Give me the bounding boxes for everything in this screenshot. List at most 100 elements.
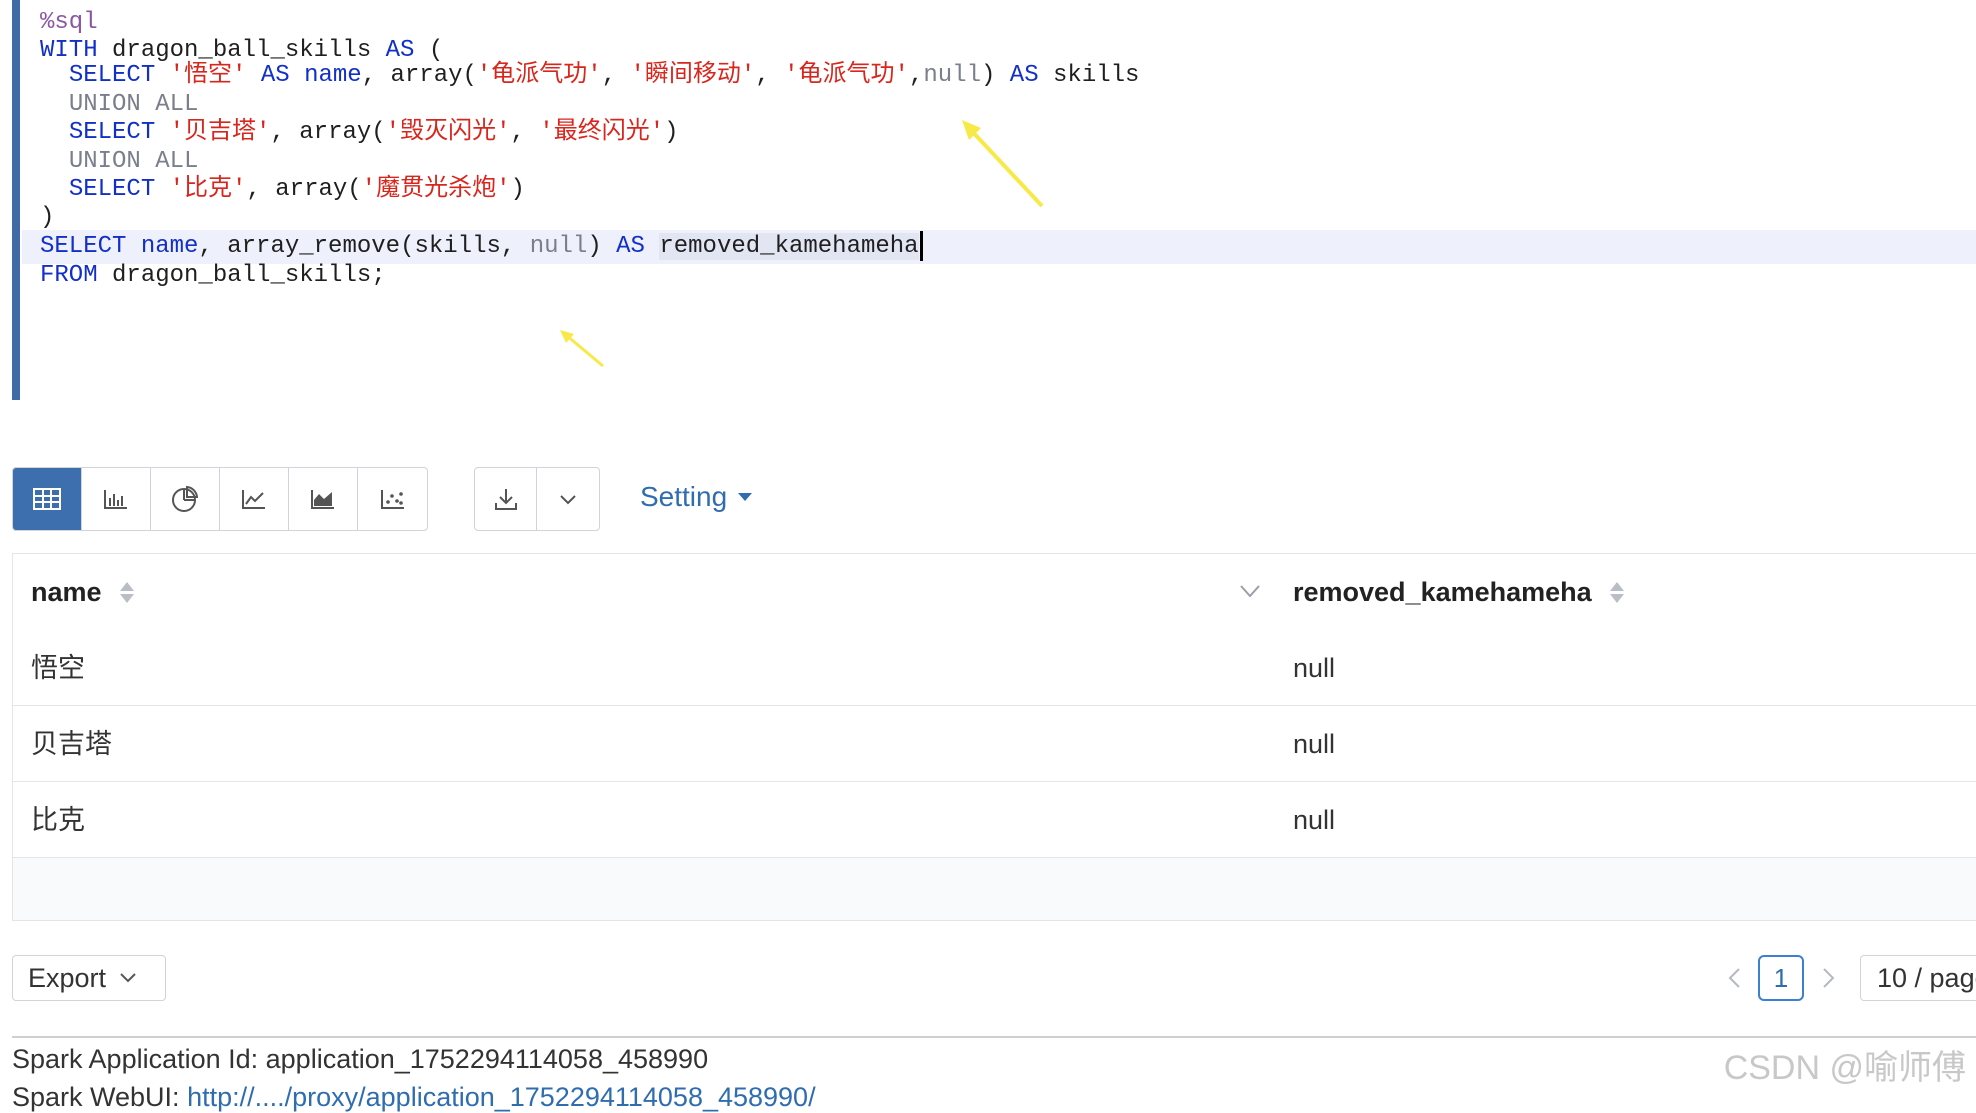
next-page-icon[interactable] bbox=[1822, 967, 1836, 989]
setting-dropdown[interactable]: Setting bbox=[640, 481, 753, 513]
code-token: , array( bbox=[246, 176, 362, 203]
code-token: '瞬间移动' bbox=[630, 62, 756, 89]
bar-chart-button[interactable] bbox=[82, 468, 151, 530]
table-header: name removed_kamehameha bbox=[13, 554, 1976, 631]
code-token: skills bbox=[1038, 62, 1140, 89]
code-token: ) bbox=[664, 119, 679, 146]
code-line[interactable]: SELECT '比克', array('魔贯光杀炮') bbox=[40, 173, 525, 207]
spark-webui-link[interactable]: http://..../proxy/application_1752294114… bbox=[187, 1082, 816, 1112]
cell-removed-kamehameha: null bbox=[1293, 729, 1336, 759]
chevron-down-icon bbox=[120, 973, 136, 983]
result-table: name removed_kamehameha 悟空 null 贝吉塔 null… bbox=[12, 553, 1976, 921]
code-token: null bbox=[529, 233, 588, 260]
code-token: , bbox=[510, 119, 540, 146]
code-token: SELECT bbox=[68, 62, 156, 89]
code-token: '最终闪光' bbox=[539, 119, 665, 146]
download-button[interactable] bbox=[475, 468, 537, 530]
area-chart-icon bbox=[311, 490, 334, 509]
page-number-button[interactable]: 1 bbox=[1758, 955, 1804, 1001]
caret-down-icon bbox=[738, 493, 753, 501]
code-editor[interactable]: %sql WITH dragon_ball_skills AS ( SELECT … bbox=[12, 0, 1976, 400]
column-header-label: removed_kamehameha bbox=[1293, 577, 1592, 607]
column-header-removed-kamehameha[interactable]: removed_kamehameha bbox=[1293, 554, 1624, 630]
prev-page-icon[interactable] bbox=[1727, 967, 1741, 989]
column-header-name[interactable]: name bbox=[31, 554, 134, 630]
code-line[interactable]: FROM dragon_ball_skills; bbox=[40, 259, 386, 293]
visualization-buttons bbox=[12, 467, 428, 531]
code-token: %sql bbox=[40, 9, 98, 36]
scatter-chart-button[interactable] bbox=[358, 468, 427, 530]
table-row: 悟空 null bbox=[13, 630, 1976, 706]
code-token: '比克' bbox=[169, 176, 247, 203]
code-token: , array_remove(skills, bbox=[198, 233, 530, 260]
code-token: name bbox=[304, 62, 362, 89]
export-label: Export bbox=[28, 962, 107, 993]
column-menu-chevron-icon[interactable] bbox=[1239, 584, 1261, 598]
code-token: removed_kamehameha bbox=[659, 233, 919, 260]
table-row: 比克 null bbox=[13, 782, 1976, 858]
table-view-button[interactable] bbox=[13, 468, 82, 530]
page-size-select[interactable]: 10 / page bbox=[1860, 955, 1976, 1001]
table-icon bbox=[33, 488, 61, 510]
sort-icon[interactable] bbox=[1609, 581, 1624, 603]
download-menu-button[interactable] bbox=[537, 468, 599, 530]
code-token: ) bbox=[510, 176, 525, 203]
code-token: ) bbox=[587, 233, 617, 260]
cell-name: 比克 bbox=[31, 805, 85, 835]
code-token: '悟空' bbox=[169, 62, 247, 89]
export-button[interactable]: Export bbox=[12, 955, 166, 1001]
code-token: null bbox=[923, 62, 981, 89]
scatter-chart-icon bbox=[380, 490, 404, 509]
area-chart-button[interactable] bbox=[289, 468, 358, 530]
text-caret bbox=[919, 230, 923, 261]
line-chart-icon bbox=[242, 490, 265, 509]
code-token: SELECT bbox=[40, 233, 127, 260]
pie-chart-button[interactable] bbox=[151, 468, 220, 530]
code-line[interactable]: SELECT '悟空' AS name, array('龟派气功', '瞬间移动… bbox=[40, 59, 1140, 93]
code-token: , array( bbox=[361, 62, 477, 89]
cell-name: 贝吉塔 bbox=[31, 729, 112, 759]
sort-icon[interactable] bbox=[119, 581, 134, 603]
code-token: ) bbox=[40, 204, 55, 231]
code-token: UNION ALL bbox=[68, 148, 199, 175]
code-token: AS bbox=[1009, 62, 1039, 89]
code-token: FROM bbox=[40, 262, 98, 289]
code-token: '贝吉塔' bbox=[169, 119, 271, 146]
setting-label: Setting bbox=[640, 481, 728, 512]
download-icon bbox=[494, 489, 517, 510]
code-token: SELECT bbox=[68, 119, 156, 146]
code-token: , bbox=[601, 62, 631, 89]
csdn-watermark: CSDN @喻师傅 bbox=[1723, 1049, 1966, 1087]
chevron-down-icon bbox=[560, 495, 576, 505]
footer-divider bbox=[12, 1036, 1976, 1038]
table-row: 贝吉塔 null bbox=[13, 706, 1976, 782]
spark-application-id: Spark Application Id: application_175229… bbox=[12, 1044, 709, 1074]
code-token: ) bbox=[980, 62, 1010, 89]
code-token: , array( bbox=[270, 119, 386, 146]
code-token: , bbox=[755, 62, 785, 89]
bar-chart-icon bbox=[104, 490, 127, 509]
code-token: '毁灭闪光' bbox=[385, 119, 511, 146]
code-token: , bbox=[908, 62, 924, 89]
code-token: SELECT bbox=[68, 176, 156, 203]
pie-chart-icon bbox=[172, 485, 199, 512]
download-buttons bbox=[474, 467, 600, 531]
line-chart-button[interactable] bbox=[220, 468, 289, 530]
spark-webui: Spark WebUI: http://..../proxy/applicati… bbox=[12, 1082, 816, 1113]
code-token: dragon_ball_skills; bbox=[97, 262, 386, 289]
spark-webui-label: Spark WebUI: bbox=[12, 1082, 188, 1112]
code-token: AS bbox=[616, 233, 645, 260]
annotation-arrow-2 bbox=[560, 330, 604, 368]
column-header-label: name bbox=[31, 577, 102, 607]
